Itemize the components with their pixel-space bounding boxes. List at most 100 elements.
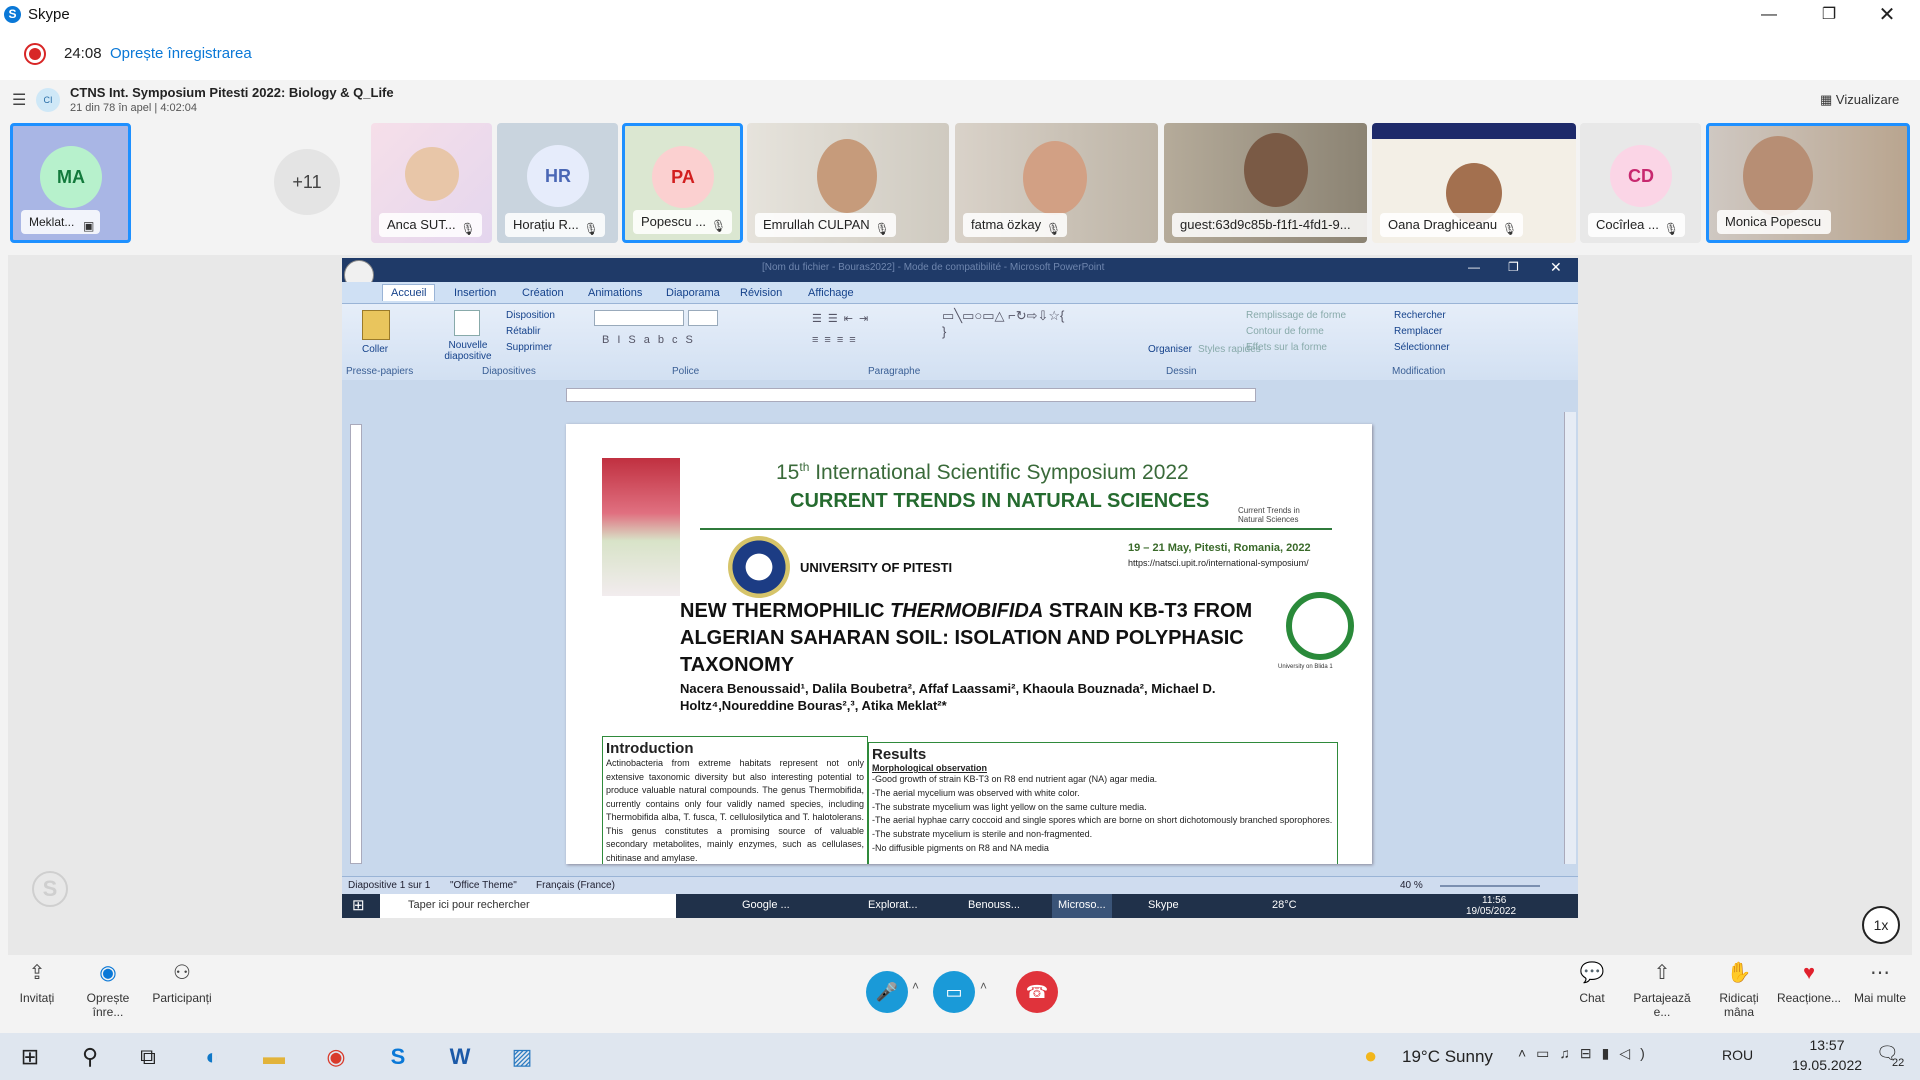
end-call-button[interactable]: ☎ bbox=[1016, 971, 1058, 1013]
tab-revision[interactable]: Révision bbox=[740, 287, 782, 299]
tab-accueil[interactable]: Accueil bbox=[382, 284, 436, 301]
stop-recording-link[interactable]: Oprește înregistrarea bbox=[110, 45, 252, 62]
group-font: Police bbox=[672, 366, 700, 377]
microphone-button[interactable]: 🎤 bbox=[866, 971, 908, 1013]
react-button[interactable]: ♥ Reacțione... bbox=[1774, 955, 1844, 1005]
more-participants-button[interactable]: +11 bbox=[274, 149, 340, 215]
photos-icon[interactable]: ▨ bbox=[502, 1039, 542, 1075]
participant-video bbox=[1743, 136, 1813, 216]
menu-icon[interactable]: ☰ bbox=[12, 90, 26, 110]
participant-tile[interactable]: Monica Popescu bbox=[1706, 123, 1910, 243]
remote-app-powerpoint[interactable]: Microso... bbox=[1052, 894, 1112, 918]
mic-options-chevron-icon[interactable]: ˄ bbox=[912, 979, 919, 993]
call-controls: ⇪ Invitați ◉ Oprește înre... ⚇ Participanți… bbox=[0, 955, 1920, 1033]
ppt-status-bar: Diapositive 1 sur 1 "Office Theme" Franç… bbox=[342, 876, 1578, 894]
remote-app-skype[interactable]: Skype bbox=[1148, 899, 1179, 911]
paste-button[interactable]: Coller bbox=[362, 344, 388, 355]
arrange-button[interactable]: Organiser bbox=[1148, 344, 1192, 355]
zoom-slider[interactable] bbox=[1440, 885, 1540, 887]
heart-icon: ♥ bbox=[1803, 962, 1815, 984]
chat-button[interactable]: 💬 Chat bbox=[1570, 955, 1614, 1005]
ppt-minimize-button[interactable]: — bbox=[1468, 260, 1480, 274]
participant-tile[interactable]: MA Meklat... ▣ bbox=[10, 123, 131, 243]
more-button[interactable]: ⋯ Mai multe bbox=[1852, 955, 1908, 1005]
camera-options-chevron-icon[interactable]: ˄ bbox=[980, 979, 987, 993]
chrome-icon[interactable]: ◉ bbox=[316, 1039, 356, 1075]
font-format-icons[interactable]: BISabcS bbox=[602, 334, 701, 346]
find-button[interactable]: Rechercher bbox=[1394, 310, 1446, 321]
camera-button[interactable]: ▭ bbox=[933, 971, 975, 1013]
remote-app-google[interactable]: Google ... bbox=[742, 899, 790, 911]
mic-muted-icon: 🎙 bbox=[1501, 222, 1518, 236]
clock-time[interactable]: 13:57 bbox=[1794, 1037, 1860, 1053]
reset-button[interactable]: Rétablir bbox=[506, 326, 540, 337]
view-button[interactable]: ▦ Vizualizare bbox=[1820, 92, 1899, 108]
shape-fill-button[interactable]: Remplissage de forme bbox=[1246, 310, 1346, 321]
stop-recording-button[interactable]: ◉ Oprește înre... bbox=[70, 955, 146, 1019]
windows-start-icon[interactable]: ⊞ bbox=[10, 1039, 50, 1075]
system-tray-icons[interactable]: ˄▭♫⊟▮◁) bbox=[1518, 1045, 1655, 1062]
file-explorer-icon[interactable]: ▬ bbox=[254, 1039, 294, 1075]
close-button[interactable]: ✕ bbox=[1864, 2, 1910, 28]
result-line: -The aerial mycelium was observed with w… bbox=[872, 787, 1080, 798]
minimize-button[interactable]: — bbox=[1746, 2, 1792, 28]
invite-button[interactable]: ⇪ Invitați bbox=[12, 955, 62, 1005]
restore-button[interactable]: ❐ bbox=[1806, 2, 1852, 28]
group-slides: Diapositives bbox=[482, 366, 536, 377]
speed-button[interactable]: 1x bbox=[1862, 906, 1900, 944]
select-button[interactable]: Sélectionner bbox=[1394, 342, 1450, 353]
screen-share-icon: ▣ bbox=[83, 219, 95, 233]
avatar: MA bbox=[40, 146, 102, 208]
remote-windows-icon[interactable]: ⊞ bbox=[352, 896, 365, 914]
ribbon: Coller Nouvelle diapositive Disposition … bbox=[342, 304, 1578, 380]
word-icon[interactable]: W bbox=[440, 1039, 480, 1075]
university-seal-logo bbox=[728, 536, 790, 598]
replace-button[interactable]: Remplacer bbox=[1394, 326, 1442, 337]
tab-creation[interactable]: Création bbox=[522, 287, 564, 299]
shapes-gallery[interactable]: ▭╲▭○▭△ ⌐↻⇨⇩☆{ } bbox=[942, 308, 1072, 354]
tab-insertion[interactable]: Insertion bbox=[454, 287, 496, 299]
new-slide-button[interactable]: Nouvelle diapositive bbox=[438, 340, 498, 362]
ppt-scrollbar[interactable] bbox=[1564, 412, 1576, 864]
participant-tile[interactable]: Anca SUT... 🎙 bbox=[371, 123, 492, 243]
ppt-close-button[interactable]: ✕ bbox=[1550, 259, 1562, 276]
font-size-box[interactable] bbox=[688, 310, 718, 326]
participant-tile[interactable]: Oana Draghiceanu 🎙 bbox=[1372, 123, 1576, 243]
ppt-restore-button[interactable]: ❐ bbox=[1508, 260, 1519, 274]
tab-animations[interactable]: Animations bbox=[588, 287, 642, 299]
slide[interactable]: 15th International Scientific Symposium … bbox=[566, 424, 1372, 864]
participants-button[interactable]: ⚇ Participanți bbox=[146, 955, 218, 1005]
edge-icon[interactable]: ◐ bbox=[192, 1039, 232, 1075]
raise-hand-button[interactable]: ✋ Ridicați mâna bbox=[1704, 955, 1774, 1019]
skype-taskbar-icon[interactable]: S bbox=[378, 1039, 418, 1075]
tab-affichage[interactable]: Affichage bbox=[808, 287, 854, 299]
participant-name: Anca SUT... 🎙 bbox=[379, 213, 482, 237]
participant-tile[interactable]: PA Popescu ... 🎙 bbox=[622, 123, 743, 243]
remote-search-box[interactable]: Taper ici pour rechercher bbox=[380, 894, 676, 918]
shape-outline-button[interactable]: Contour de forme bbox=[1246, 326, 1324, 337]
participant-tile[interactable]: CD Cocîrlea ... 🎙 bbox=[1580, 123, 1701, 243]
clock-date[interactable]: 19.05.2022 bbox=[1782, 1057, 1872, 1073]
list-icons[interactable]: ☰☰⇤⇥ bbox=[812, 312, 874, 325]
layout-button[interactable]: Disposition bbox=[506, 310, 555, 321]
participant-tile[interactable]: Emrullah CULPAN 🎙 bbox=[747, 123, 949, 243]
align-icons[interactable]: ≡≡≡≡ bbox=[812, 334, 862, 346]
shape-effects-button[interactable]: Effets sur la forme bbox=[1246, 342, 1327, 353]
mic-muted-icon: 🎙 bbox=[460, 222, 476, 236]
flower-image bbox=[602, 458, 680, 596]
search-icon[interactable]: ⚲ bbox=[70, 1039, 110, 1075]
input-language[interactable]: ROU bbox=[1722, 1047, 1753, 1063]
participant-tile[interactable]: fatma özkay 🎙 bbox=[955, 123, 1158, 243]
participant-tile[interactable]: guest:63d9c85b-f1f1-4fd1-9... bbox=[1164, 123, 1367, 243]
font-name-box[interactable] bbox=[594, 310, 684, 326]
participant-tile[interactable]: HR Horațiu R... 🎙 bbox=[497, 123, 618, 243]
remote-app-pdf[interactable]: Benouss... bbox=[968, 899, 1020, 911]
weather-text[interactable]: 19°C Sunny bbox=[1402, 1047, 1493, 1067]
share-screen-button[interactable]: ⇧ Partajează e... bbox=[1624, 955, 1700, 1019]
call-title[interactable]: CTNS Int. Symposium Pitesti 2022: Biolog… bbox=[70, 85, 394, 100]
delete-slide-button[interactable]: Supprimer bbox=[506, 342, 552, 353]
symposium-dates: 19 – 21 May, Pitesti, Romania, 2022 bbox=[1128, 542, 1311, 554]
remote-app-explorer[interactable]: Explorat... bbox=[868, 899, 918, 911]
tab-diaporama[interactable]: Diaporama bbox=[666, 287, 720, 299]
task-view-icon[interactable]: ⧉ bbox=[128, 1039, 168, 1075]
